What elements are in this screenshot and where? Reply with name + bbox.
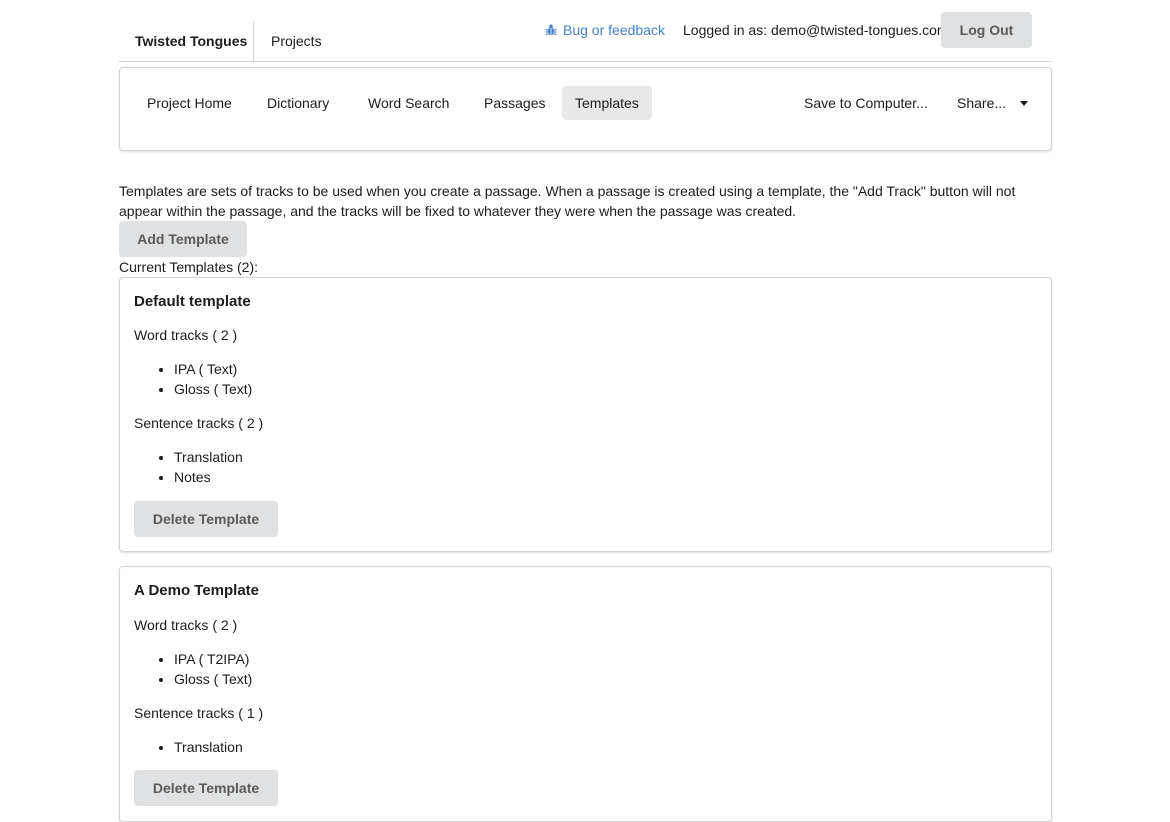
word-tracks-label: Word tracks ( 2 ) bbox=[134, 617, 238, 633]
template-card: A Demo Template Word tracks ( 2 ) IPA ( … bbox=[119, 566, 1052, 822]
list-item: Gloss ( Text) bbox=[174, 379, 252, 399]
project-menu: Project Home Dictionary Word Search Pass… bbox=[119, 67, 1052, 151]
template-name: A Demo Template bbox=[134, 582, 260, 599]
logged-in-text: Logged in as: demo@twisted-tongues.com bbox=[683, 22, 949, 38]
menu-item-dictionary[interactable]: Dictionary bbox=[254, 86, 342, 120]
page: Twisted Tongues Projects Bug or feedback… bbox=[0, 0, 1170, 822]
menu-item-templates[interactable]: Templates bbox=[562, 86, 652, 120]
bug-feedback-link[interactable]: Bug or feedback bbox=[544, 22, 665, 38]
menu-item-project-home[interactable]: Project Home bbox=[134, 86, 245, 120]
template-card: Default template Word tracks ( 2 ) IPA (… bbox=[119, 277, 1052, 552]
word-tracks-label: Word tracks ( 2 ) bbox=[134, 327, 238, 343]
brand-name[interactable]: Twisted Tongues bbox=[119, 21, 254, 61]
menu-item-passages[interactable]: Passages bbox=[471, 86, 558, 120]
sentence-tracks-list: Translation bbox=[134, 737, 243, 757]
current-templates-label: Current Templates (2): bbox=[119, 259, 259, 275]
list-item: Notes bbox=[174, 467, 243, 487]
list-item: Translation bbox=[174, 447, 243, 467]
list-item: IPA ( T2IPA) bbox=[174, 649, 252, 669]
save-to-computer-button[interactable]: Save to Computer... bbox=[791, 86, 941, 120]
delete-template-button[interactable]: Delete Template bbox=[134, 770, 278, 806]
templates-description: Templates are sets of tracks to be used … bbox=[119, 183, 1016, 219]
word-tracks-list: IPA ( Text) Gloss ( Text) bbox=[134, 359, 252, 399]
log-out-button[interactable]: Log Out bbox=[941, 12, 1032, 48]
caret-down-icon bbox=[1020, 100, 1029, 106]
list-item: Gloss ( Text) bbox=[174, 669, 252, 689]
delete-template-button[interactable]: Delete Template bbox=[134, 501, 278, 537]
add-template-button[interactable]: Add Template bbox=[119, 221, 247, 257]
template-name: Default template bbox=[134, 293, 251, 310]
sentence-tracks-list: Translation Notes bbox=[134, 447, 243, 487]
list-item: IPA ( Text) bbox=[174, 359, 252, 379]
list-item: Translation bbox=[174, 737, 243, 757]
top-bar: Twisted Tongues Projects Bug or feedback… bbox=[119, 0, 1052, 62]
menu-item-word-search[interactable]: Word Search bbox=[355, 86, 462, 120]
bug-icon bbox=[544, 23, 558, 37]
sentence-tracks-label: Sentence tracks ( 2 ) bbox=[134, 415, 264, 431]
share-label: Share... bbox=[957, 95, 1007, 111]
projects-link[interactable]: Projects bbox=[271, 33, 322, 49]
bug-feedback-label: Bug or feedback bbox=[563, 22, 665, 38]
word-tracks-list: IPA ( T2IPA) Gloss ( Text) bbox=[134, 649, 252, 689]
share-dropdown[interactable]: Share... bbox=[944, 86, 1041, 120]
sentence-tracks-label: Sentence tracks ( 1 ) bbox=[134, 705, 264, 721]
